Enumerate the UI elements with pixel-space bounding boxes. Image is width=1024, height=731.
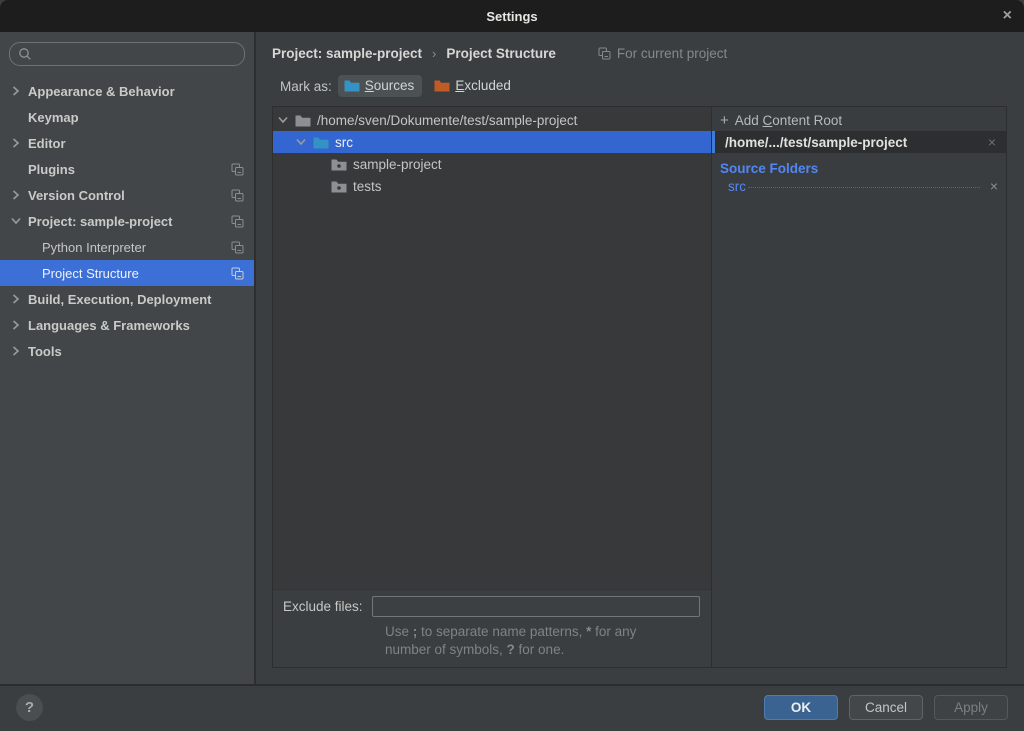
remove-source-folder-icon[interactable]: × — [982, 178, 1006, 194]
chevron-right-icon — [12, 320, 28, 330]
sidebar-item-keymap[interactable]: Keymap — [0, 104, 254, 130]
settings-sidebar: Appearance & Behavior Keymap Editor Plug… — [0, 32, 256, 684]
source-folder-icon — [313, 136, 329, 149]
settings-content: Project: sample-project › Project Struct… — [256, 32, 1024, 684]
help-button[interactable]: ? — [16, 694, 43, 721]
dialog-footer: ? OK Cancel Apply — [0, 684, 1024, 729]
search-input[interactable] — [37, 47, 236, 62]
exclude-files-section: Exclude files: Use ; to separate name pa… — [273, 589, 711, 667]
exclude-files-input[interactable] — [372, 596, 700, 617]
chevron-right-icon — [12, 86, 28, 96]
source-folder-item[interactable]: src × — [712, 178, 1006, 199]
sidebar-item-build-execution-deployment[interactable]: Build, Execution, Deployment — [0, 286, 254, 312]
excluded-folder-icon — [434, 79, 450, 92]
source-folder-name: src — [728, 179, 746, 194]
content-root-tree-pane: /home/sven/Dokumente/test/sample-project… — [273, 107, 712, 667]
scope-note: For current project — [598, 46, 727, 61]
tree-row-sample-project[interactable]: sample-project — [273, 153, 711, 175]
sidebar-item-appearance-behavior[interactable]: Appearance & Behavior — [0, 78, 254, 104]
ide-settings-icon — [231, 163, 244, 176]
content-root-path: /home/.../test/sample-project — [725, 135, 978, 150]
mark-as-sources-button[interactable]: Sources — [338, 75, 423, 97]
sidebar-item-python-interpreter[interactable]: Python Interpreter — [0, 234, 254, 260]
breadcrumb-page-title: Project Structure — [446, 46, 556, 61]
close-icon[interactable]: × — [1003, 8, 1012, 24]
mark-as-toolbar: Mark as: Sources Excluded — [280, 72, 1007, 100]
add-content-root-button[interactable]: + Add Content Root — [712, 109, 1006, 131]
chevron-right-icon — [12, 138, 28, 148]
content-roots-pane: + Add Content Root /home/.../test/sample… — [712, 107, 1006, 667]
plus-icon: + — [720, 112, 729, 129]
mark-as-excluded-button[interactable]: Excluded — [428, 75, 519, 97]
sidebar-item-editor[interactable]: Editor — [0, 130, 254, 156]
sidebar-item-project-structure[interactable]: Project Structure — [0, 260, 254, 286]
folder-icon — [331, 158, 347, 171]
cancel-button[interactable]: Cancel — [849, 695, 923, 720]
title-bar: Settings × — [0, 0, 1024, 32]
sidebar-search[interactable] — [9, 42, 245, 66]
content-root-marker — [712, 131, 715, 153]
tree-row-tests[interactable]: tests — [273, 175, 711, 197]
apply-button[interactable]: Apply — [934, 695, 1008, 720]
breadcrumb-project[interactable]: Project: sample-project — [272, 46, 422, 61]
sidebar-nav: Appearance & Behavior Keymap Editor Plug… — [0, 78, 254, 684]
breadcrumb-separator: › — [432, 46, 436, 61]
sidebar-item-project-sample-project[interactable]: Project: sample-project — [0, 208, 254, 234]
folder-icon — [331, 180, 347, 193]
ide-settings-icon — [231, 189, 244, 202]
remove-content-root-icon[interactable]: × — [978, 134, 1006, 150]
tree-row-src[interactable]: src — [273, 131, 711, 153]
dotted-leader — [748, 187, 980, 188]
exclude-files-hint: Use ; to separate name patterns, * for a… — [385, 623, 703, 659]
chevron-right-icon — [12, 346, 28, 356]
mark-as-label: Mark as: — [280, 79, 332, 94]
window-title: Settings — [486, 9, 537, 24]
tree-row-content-root[interactable]: /home/sven/Dokumente/test/sample-project — [273, 109, 711, 131]
settings-dialog: Settings × Appearance & Behavior Keyma — [0, 0, 1024, 731]
folder-icon — [295, 114, 311, 127]
ide-settings-icon — [231, 267, 244, 280]
exclude-files-label: Exclude files: — [283, 599, 363, 614]
chevron-right-icon — [12, 190, 28, 200]
content-root-item[interactable]: /home/.../test/sample-project × — [712, 131, 1006, 153]
structure-panel: /home/sven/Dokumente/test/sample-project… — [272, 106, 1007, 668]
chevron-right-icon — [12, 294, 28, 304]
ok-button[interactable]: OK — [764, 695, 838, 720]
chevron-down-icon — [279, 115, 293, 125]
search-icon — [18, 47, 32, 61]
sidebar-item-languages-frameworks[interactable]: Languages & Frameworks — [0, 312, 254, 338]
ide-settings-icon — [231, 215, 244, 228]
file-tree: /home/sven/Dokumente/test/sample-project… — [273, 107, 711, 589]
chevron-down-icon — [297, 137, 311, 147]
chevron-down-icon — [12, 216, 28, 226]
source-folders-heading: Source Folders — [720, 161, 1006, 176]
sidebar-item-plugins[interactable]: Plugins — [0, 156, 254, 182]
sidebar-item-version-control[interactable]: Version Control — [0, 182, 254, 208]
source-folder-icon — [344, 79, 360, 92]
ide-settings-icon — [598, 47, 611, 60]
breadcrumb: Project: sample-project › Project Struct… — [272, 38, 1007, 68]
ide-settings-icon — [231, 241, 244, 254]
sidebar-item-tools[interactable]: Tools — [0, 338, 254, 364]
